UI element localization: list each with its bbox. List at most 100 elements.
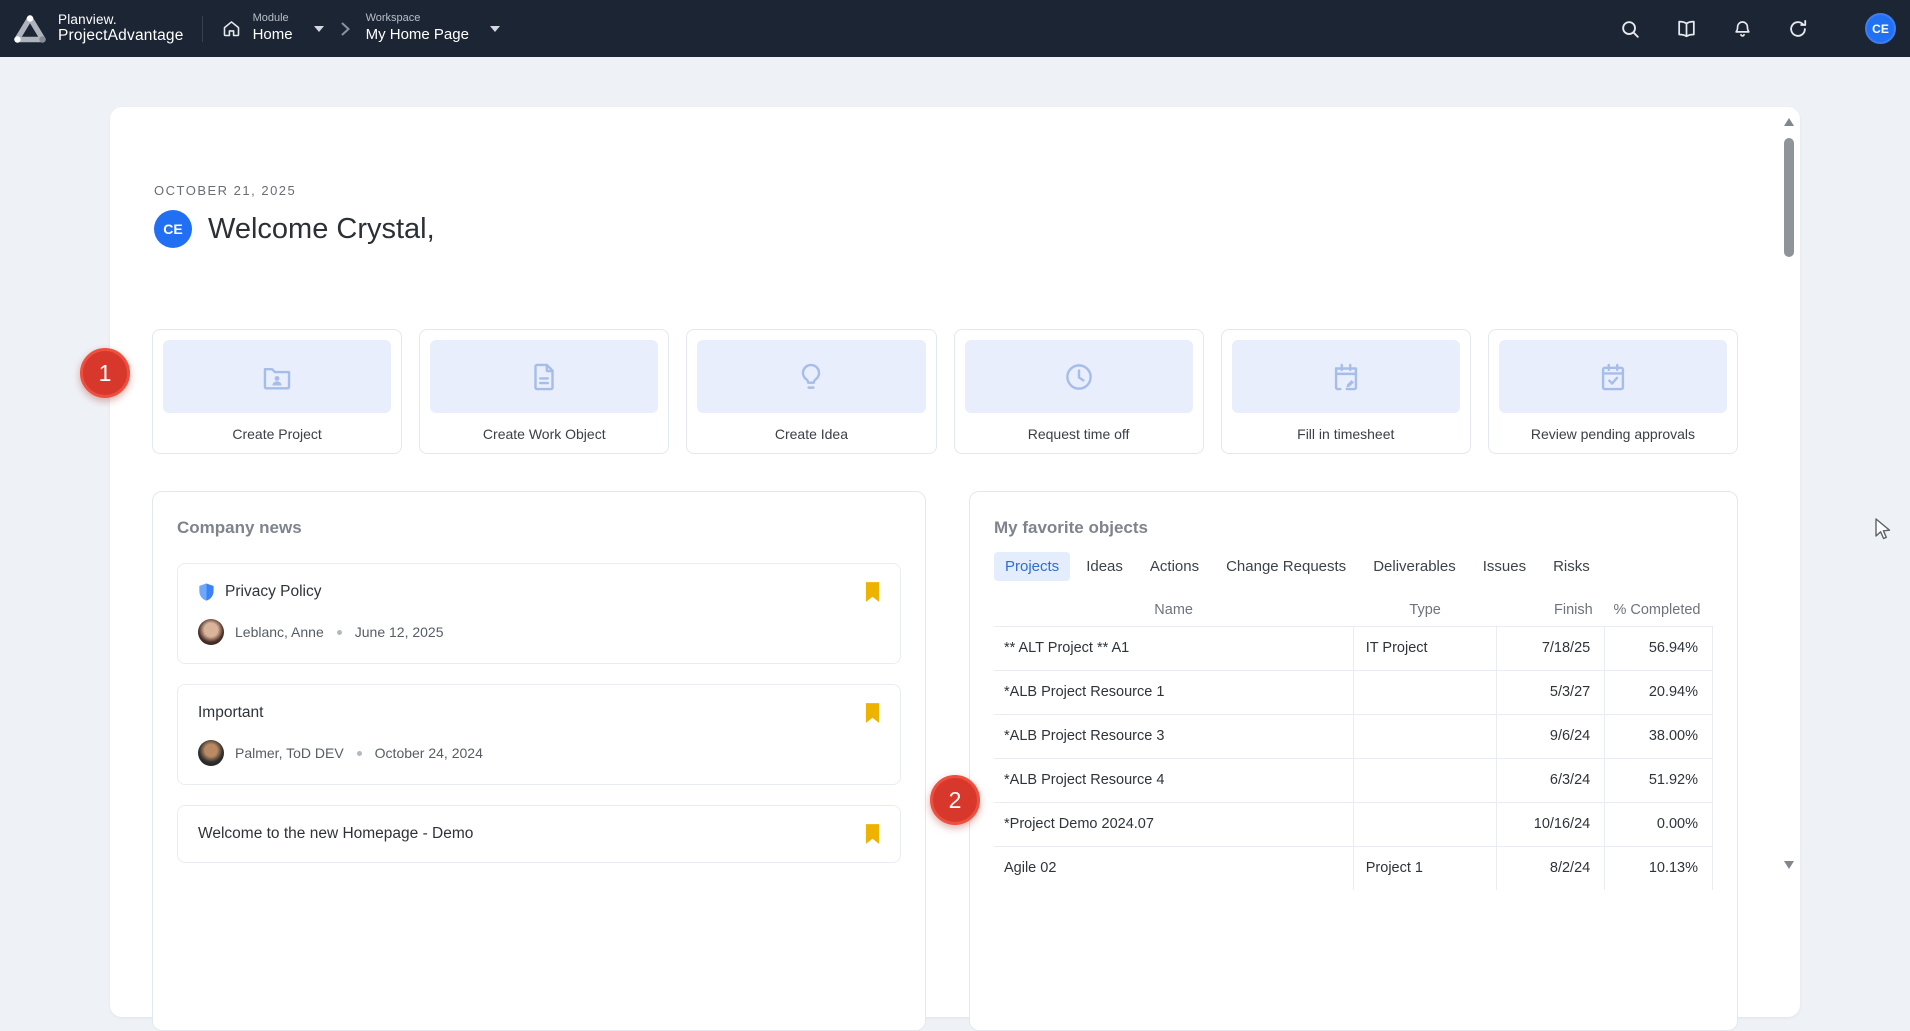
calendar-edit-icon xyxy=(1232,340,1460,413)
cell-finish: 10/16/24 xyxy=(1497,802,1605,846)
brand-line1: Planview. xyxy=(58,12,184,27)
cell-type xyxy=(1353,802,1497,846)
bookmark-icon[interactable] xyxy=(865,582,880,602)
cell-name[interactable]: *ALB Project Resource 1 xyxy=(994,670,1353,714)
news-date: October 24, 2024 xyxy=(375,745,483,761)
tab-risks[interactable]: Risks xyxy=(1542,552,1601,581)
news-item-title: Welcome to the new Homepage - Demo xyxy=(198,825,473,843)
table-row[interactable]: *ALB Project Resource 4 6/3/24 51.92% xyxy=(994,758,1713,802)
clock-icon xyxy=(965,340,1193,413)
chevron-down-icon xyxy=(490,26,500,32)
favorites-table: Name Type Finish % Completed ** ALT Proj… xyxy=(994,594,1713,890)
create-work-object-card[interactable]: Create Work Object xyxy=(419,329,669,454)
cell-name[interactable]: *Project Demo 2024.07 xyxy=(994,802,1353,846)
cell-type xyxy=(1353,670,1497,714)
quick-action-label: Request time off xyxy=(965,426,1193,442)
module-label: Module xyxy=(253,12,293,26)
topbar: Planview. ProjectAdvantage Module Home W… xyxy=(0,0,1910,57)
author-name: Leblanc, Anne xyxy=(235,624,324,640)
document-icon xyxy=(430,340,658,413)
news-item[interactable]: Welcome to the new Homepage - Demo xyxy=(177,805,901,863)
welcome-header: CE Welcome Crystal, xyxy=(154,210,435,248)
home-icon xyxy=(221,18,242,39)
mouse-cursor-icon xyxy=(1872,517,1894,541)
quick-action-label: Fill in timesheet xyxy=(1232,426,1460,442)
page-background: OCTOBER 21, 2025 CE Welcome Crystal, Cre… xyxy=(0,57,1910,885)
scroll-down-icon[interactable] xyxy=(1784,861,1794,869)
planview-triangle-icon xyxy=(12,13,48,45)
page-title: Welcome Crystal, xyxy=(208,213,435,246)
dot-separator xyxy=(357,751,362,756)
table-row[interactable]: *ALB Project Resource 3 9/6/24 38.00% xyxy=(994,714,1713,758)
dot-separator xyxy=(337,630,342,635)
cell-name[interactable]: *ALB Project Resource 3 xyxy=(994,714,1353,758)
workspace-selector[interactable]: Workspace My Home Page xyxy=(366,12,500,45)
bookmark-icon[interactable] xyxy=(865,824,880,844)
favorite-objects-panel: My favorite objects Projects Ideas Actio… xyxy=(969,491,1738,1031)
quick-action-label: Create Idea xyxy=(697,426,925,442)
bell-icon[interactable] xyxy=(1732,18,1753,40)
book-icon[interactable] xyxy=(1675,18,1698,40)
bookmark-icon[interactable] xyxy=(865,703,880,723)
home-panel: OCTOBER 21, 2025 CE Welcome Crystal, Cre… xyxy=(110,107,1800,1017)
column-header-pct-completed[interactable]: % Completed xyxy=(1605,594,1713,626)
quick-action-label: Create Work Object xyxy=(430,426,658,442)
refresh-icon[interactable] xyxy=(1787,18,1809,40)
table-row[interactable]: *ALB Project Resource 1 5/3/27 20.94% xyxy=(994,670,1713,714)
quick-action-label: Review pending approvals xyxy=(1499,426,1727,442)
current-date: OCTOBER 21, 2025 xyxy=(154,183,296,198)
topbar-divider xyxy=(202,16,203,42)
user-avatar[interactable]: CE xyxy=(1865,13,1896,44)
column-header-type[interactable]: Type xyxy=(1353,594,1497,626)
cell-name[interactable]: *ALB Project Resource 4 xyxy=(994,758,1353,802)
cell-finish: 9/6/24 xyxy=(1497,714,1605,758)
calendar-check-icon xyxy=(1499,340,1727,413)
folder-user-icon xyxy=(163,340,391,413)
quick-actions-row: Create Project Create Work Object xyxy=(152,329,1738,454)
company-news-panel: Company news Privacy Policy xyxy=(152,491,926,1031)
tab-change-requests[interactable]: Change Requests xyxy=(1215,552,1357,581)
table-header-row: Name Type Finish % Completed xyxy=(994,594,1713,626)
news-item[interactable]: Privacy Policy Leblanc, Anne June 12, 20… xyxy=(177,563,901,664)
table-row[interactable]: ** ALT Project ** A1 IT Project 7/18/25 … xyxy=(994,626,1713,670)
column-header-name[interactable]: Name xyxy=(994,594,1353,626)
column-header-finish[interactable]: Finish xyxy=(1497,594,1605,626)
tab-ideas[interactable]: Ideas xyxy=(1075,552,1134,581)
scroll-up-icon[interactable] xyxy=(1784,118,1794,126)
table-row[interactable]: *Project Demo 2024.07 10/16/24 0.00% xyxy=(994,802,1713,846)
planview-logo: Planview. ProjectAdvantage xyxy=(12,12,184,44)
news-item-title: Important xyxy=(198,704,263,722)
cell-finish: 6/3/24 xyxy=(1497,758,1605,802)
cell-type xyxy=(1353,758,1497,802)
create-project-card[interactable]: Create Project xyxy=(152,329,402,454)
news-item[interactable]: Important Palmer, ToD DEV October 24, 20… xyxy=(177,684,901,785)
cell-name[interactable]: ** ALT Project ** A1 xyxy=(994,626,1353,670)
quick-action-label: Create Project xyxy=(163,426,391,442)
cell-name[interactable]: Agile 02 xyxy=(994,846,1353,890)
tab-deliverables[interactable]: Deliverables xyxy=(1362,552,1467,581)
lightbulb-icon xyxy=(697,340,925,413)
cell-pct: 0.00% xyxy=(1605,802,1713,846)
tab-issues[interactable]: Issues xyxy=(1472,552,1537,581)
brand-line2: ProjectAdvantage xyxy=(58,27,184,44)
search-icon[interactable] xyxy=(1619,18,1641,40)
cell-pct: 38.00% xyxy=(1605,714,1713,758)
review-pending-approvals-card[interactable]: Review pending approvals xyxy=(1488,329,1738,454)
fill-in-timesheet-card[interactable]: Fill in timesheet xyxy=(1221,329,1471,454)
table-row[interactable]: Agile 02 Project 1 8/2/24 10.13% xyxy=(994,846,1713,890)
vertical-scrollbar[interactable] xyxy=(1781,113,1797,993)
module-selector[interactable]: Module Home xyxy=(221,12,324,45)
shield-icon xyxy=(198,582,215,602)
chevron-down-icon xyxy=(314,26,324,32)
module-value: Home xyxy=(253,26,293,45)
scrollbar-thumb[interactable] xyxy=(1784,138,1794,257)
tab-projects[interactable]: Projects xyxy=(994,552,1070,581)
tab-actions[interactable]: Actions xyxy=(1139,552,1210,581)
author-avatar xyxy=(198,619,224,645)
favorites-tabs: Projects Ideas Actions Change Requests D… xyxy=(994,552,1713,581)
create-idea-card[interactable]: Create Idea xyxy=(686,329,936,454)
annotation-step-1: 1 xyxy=(80,348,130,398)
cell-pct: 56.94% xyxy=(1605,626,1713,670)
workspace-label: Workspace xyxy=(366,12,469,26)
request-time-off-card[interactable]: Request time off xyxy=(954,329,1204,454)
